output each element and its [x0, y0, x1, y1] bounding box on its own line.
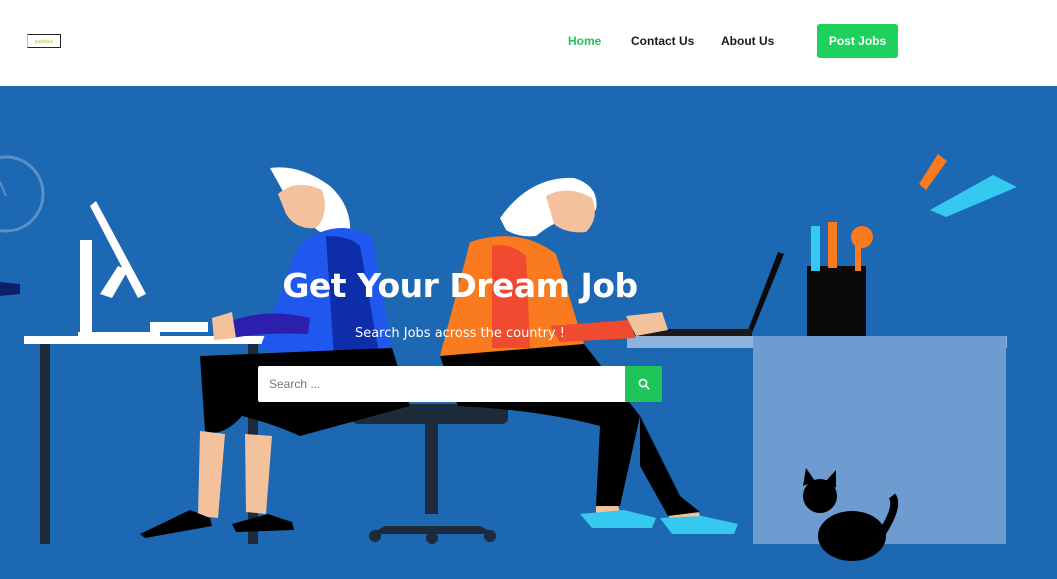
nav-link-home[interactable]: Home: [568, 34, 601, 48]
post-jobs-button[interactable]: Post Jobs: [817, 24, 898, 58]
search-button[interactable]: [625, 366, 662, 402]
hero-section: Get Your Dream Job Search Jobs across th…: [0, 86, 1057, 579]
top-navbar: JobsMate Home Contact Us About Us Post J…: [0, 0, 1057, 86]
hero-subtitle: Search Jobs across the country !: [354, 326, 566, 341]
search-input[interactable]: [258, 366, 625, 402]
hero-title: Get Your Dream Job: [282, 266, 638, 305]
nav-link-about-us[interactable]: About Us: [721, 34, 774, 48]
search-icon: [638, 378, 650, 390]
nav-link-contact-us[interactable]: Contact Us: [631, 34, 694, 48]
brand-logo[interactable]: JobsMate: [27, 34, 61, 48]
